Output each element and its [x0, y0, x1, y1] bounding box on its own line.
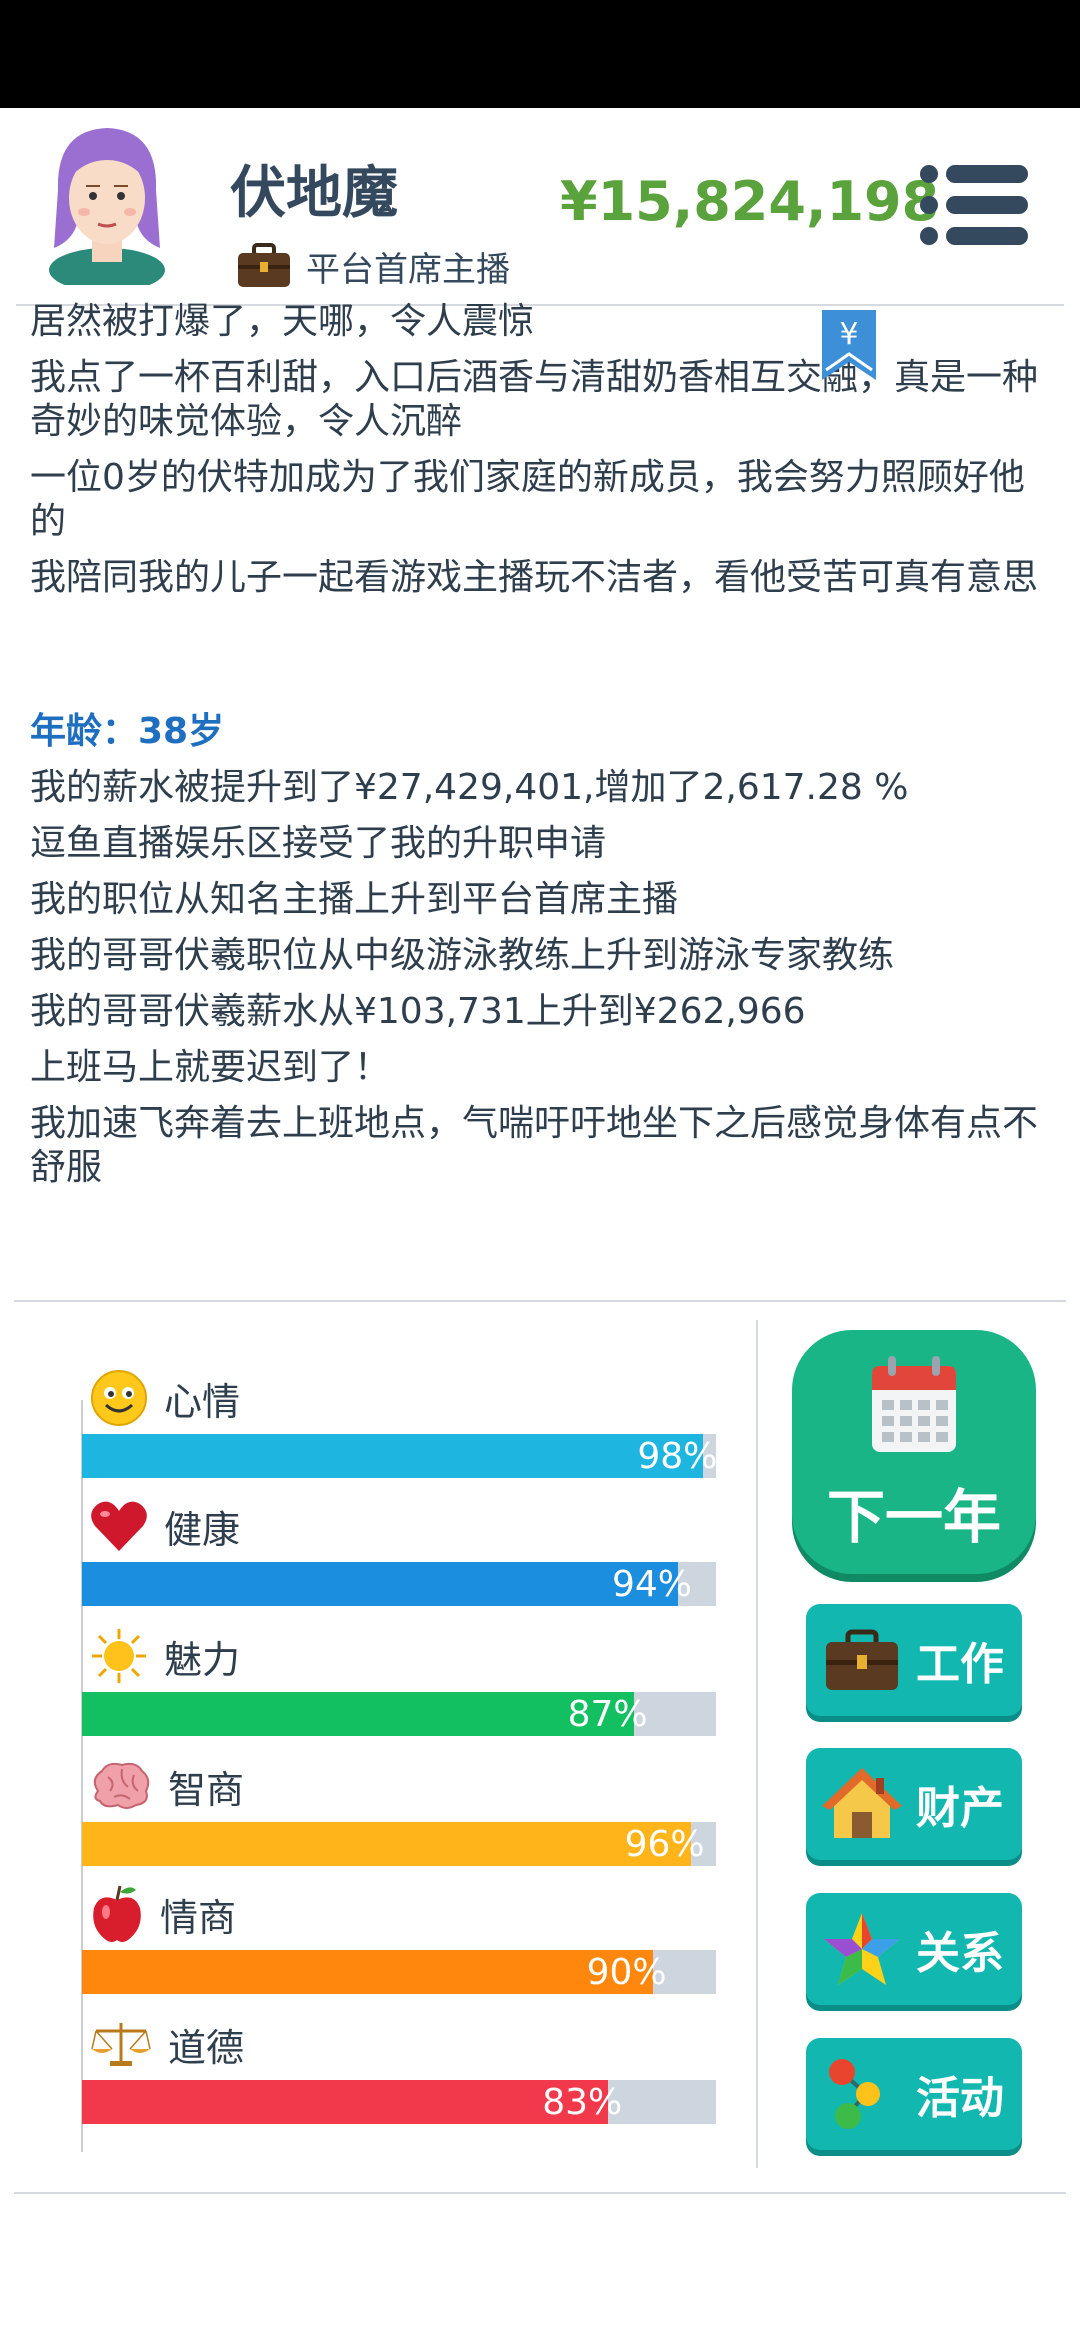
- section-divider: [14, 1300, 1066, 1302]
- event-log[interactable]: 居然被打爆了，天哪，令人震惊 我点了一杯百利甜，入口后酒香与清甜奶香相互交融，真…: [30, 300, 1060, 1290]
- log-entry: 一位0岁的伏特加成为了我们家庭的新成员，我会努力照顾好他的: [30, 457, 1025, 542]
- player-header: 伏地魔 平台首席主播 ¥15,824,198: [0, 108, 1080, 308]
- stat-bar-fill: [82, 1692, 634, 1736]
- stat-mood: 心情 98%: [82, 1368, 718, 1498]
- log-entry: 居然被打爆了，天哪，令人震惊: [30, 301, 535, 342]
- stat-bar-track: 98%: [82, 1434, 718, 1478]
- activities-label: 活动: [916, 2073, 1004, 2124]
- avatar[interactable]: [40, 120, 175, 285]
- log-entry: 逗鱼直播娱乐区接受了我的升职申请: [30, 823, 607, 864]
- molecule-icon: [829, 2059, 880, 2129]
- activities-button[interactable]: 活动: [806, 2038, 1022, 2150]
- player-name: 伏地魔: [230, 161, 398, 226]
- bottom-divider: [14, 2192, 1066, 2194]
- log-entry: 我点了一杯百利甜，入口后酒香与清甜奶香相互交融，真是一种奇妙的味觉体验，令人沉醉: [30, 357, 1039, 442]
- next-year-button[interactable]: 下一年: [792, 1330, 1036, 1574]
- money-display: ¥15,824,198: [560, 170, 940, 233]
- stat-percent: 90%: [586, 1952, 667, 1993]
- relations-label: 关系: [916, 1928, 1004, 1979]
- stat-bar-fill: [82, 2080, 609, 2124]
- stat-eq: 情商 90%: [82, 1884, 716, 2014]
- stat-percent: 96%: [624, 1824, 705, 1865]
- stat-health: 健康 94%: [82, 1496, 716, 1626]
- apple-icon: [93, 1885, 141, 1942]
- stat-bar-fill: [82, 1562, 678, 1606]
- heart-icon: [91, 1501, 147, 1551]
- stat-percent: 87%: [567, 1694, 648, 1735]
- status-bar: [0, 0, 1080, 108]
- briefcase-icon: [826, 1629, 898, 1690]
- brain-icon: [93, 1762, 150, 1809]
- briefcase-icon: [238, 243, 290, 287]
- log-entry: 我的薪水被提升到了¥27,429,401,增加了2,617.28 %: [30, 767, 909, 808]
- house-icon: [822, 1768, 902, 1838]
- stat-charm: 魅力 87%: [82, 1626, 716, 1756]
- stat-bar-track: 90%: [82, 1950, 716, 1994]
- stat-percent: 94%: [611, 1564, 692, 1605]
- stat-bar-track: 83%: [82, 2080, 716, 2124]
- menu-icon[interactable]: [920, 164, 1028, 246]
- stat-bar-track: 96%: [82, 1822, 716, 1866]
- job-title: 平台首席主播: [306, 249, 510, 290]
- log-entry: 我加速飞奔着去上班地点，气喘吁吁地坐下之后感觉身体有点不舒服: [30, 1103, 1039, 1188]
- stat-bar-fill: [82, 1950, 653, 1994]
- sun-icon: [92, 1629, 146, 1683]
- stat-label: 道德: [168, 2025, 245, 2070]
- stat-label: 情商: [160, 1895, 237, 1940]
- stat-bar-fill: [82, 1822, 691, 1866]
- money-bookmark[interactable]: ¥: [822, 310, 876, 380]
- log-entry: 我的哥哥伏羲薪水从¥103,731上升到¥262,966: [30, 991, 806, 1032]
- age-heading: 年龄：38岁: [30, 711, 225, 752]
- stat-bar-fill: [82, 1434, 704, 1478]
- log-entry: 上班马上就要迟到了！: [30, 1047, 391, 1088]
- log-entry: 我的哥哥伏羲职位从中级游泳教练上升到游泳专家教练: [30, 935, 895, 976]
- relations-button[interactable]: 关系: [806, 1893, 1022, 2005]
- stat-label: 智商: [168, 1767, 245, 1812]
- stat-bar-track: 94%: [82, 1562, 716, 1606]
- stat-label: 魅力: [164, 1637, 241, 1682]
- stat-morality: 道德 83%: [82, 2014, 716, 2144]
- stat-percent: 83%: [542, 2082, 623, 2123]
- bookmark-yen-symbol: ¥: [839, 317, 858, 352]
- stat-label: 心情: [164, 1379, 241, 1424]
- work-label: 工作: [916, 1639, 1004, 1690]
- smiley-icon: [91, 1370, 147, 1426]
- panel-divider: [756, 1320, 758, 2168]
- work-button[interactable]: 工作: [806, 1604, 1022, 1716]
- stat-percent: 98%: [637, 1436, 718, 1477]
- calendar-icon: [872, 1356, 956, 1452]
- scales-icon: [91, 2023, 151, 2066]
- stat-label: 健康: [164, 1507, 241, 1552]
- star-icon: [824, 1913, 900, 1985]
- property-label: 财产: [916, 1783, 1004, 1834]
- log-entry: 我的职位从知名主播上升到平台首席主播: [30, 879, 679, 920]
- next-year-label: 下一年: [826, 1483, 1001, 1551]
- log-entry: 我陪同我的儿子一起看游戏主播玩不洁者，看他受苦可真有意思: [30, 557, 1039, 598]
- stat-iq: 智商 96%: [82, 1756, 716, 1886]
- job-info: 平台首席主播: [236, 236, 510, 296]
- property-button[interactable]: 财产: [806, 1748, 1022, 1860]
- stat-bar-track: 87%: [82, 1692, 716, 1736]
